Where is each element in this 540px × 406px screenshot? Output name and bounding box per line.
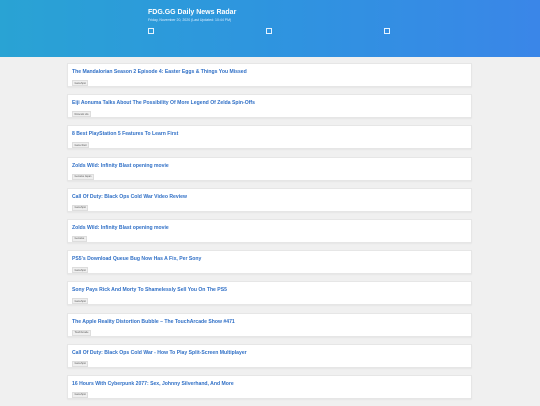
last-updated-date: Friday, November 20, 2020 (Last Updated:…	[148, 18, 232, 22]
news-card: 16 Hours With Cyberpunk 2077: Sex, Johnn…	[67, 374, 472, 399]
news-title-link[interactable]: PS5's Download Queue Bug Now Has A Fix, …	[72, 256, 201, 262]
news-card: The Mandalorian Season 2 Episode 4: East…	[67, 63, 472, 87]
news-card: Call Of Duty: Black Ops Cold War Video R…	[67, 187, 472, 212]
source-tag: GameSpot	[72, 391, 89, 398]
news-title-link[interactable]: Eiji Aonuma Talks About The Possibility …	[72, 100, 255, 106]
source-tag: Game Rant	[72, 142, 90, 149]
news-title-link[interactable]: The Mandalorian Season 2 Episode 4: East…	[72, 69, 247, 75]
source-tag: GameSpot	[72, 80, 89, 86]
news-card: The Apple Reality Distortion Bubble – Th…	[67, 312, 472, 337]
news-title-link[interactable]: Call Of Duty: Black Ops Cold War Video R…	[72, 194, 187, 200]
filter-checkbox-1[interactable]	[148, 28, 154, 34]
news-card: Call Of Duty: Black Ops Cold War - How T…	[67, 343, 472, 368]
header-banner: FDG.GG Daily News Radar Friday, November…	[0, 0, 540, 57]
news-title-link[interactable]: 16 Hours With Cyberpunk 2077: Sex, Johnn…	[72, 381, 234, 387]
source-tag: TouchArcade	[72, 329, 91, 336]
filter-checkbox-2[interactable]	[266, 28, 272, 34]
source-tag: GameSpot	[72, 204, 89, 211]
source-tag: Gematsu	[72, 235, 87, 242]
source-tag: Gematsu Japan	[72, 173, 94, 180]
news-card: 8 Best PlayStation 5 Features To Learn F…	[67, 125, 472, 150]
news-card: Eiji Aonuma Talks About The Possibility …	[67, 94, 472, 119]
source-tag: GameSpot	[72, 267, 89, 274]
news-title-link[interactable]: The Apple Reality Distortion Bubble – Th…	[72, 319, 235, 325]
news-list: The Mandalorian Season 2 Episode 4: East…	[67, 63, 472, 406]
filter-checkbox-3[interactable]	[384, 28, 390, 34]
news-title-link[interactable]: Sony Pays Rick And Morty To Shamelessly …	[72, 287, 227, 293]
source-tag: Nintendo Life	[72, 111, 92, 118]
news-title-link[interactable]: Call Of Duty: Black Ops Cold War - How T…	[72, 350, 247, 356]
site-title: FDG.GG Daily News Radar	[148, 9, 237, 16]
news-title-link[interactable]: 8 Best PlayStation 5 Features To Learn F…	[72, 131, 178, 137]
news-card: PS5's Download Queue Bug Now Has A Fix, …	[67, 250, 472, 275]
news-title-link[interactable]: Zolds Wild: Infinity Blast opening movie	[72, 225, 169, 231]
news-card: Zolds Wild: Infinity Blast opening movie…	[67, 156, 472, 181]
news-card: Zolds Wild: Infinity Blast opening movie…	[67, 218, 472, 243]
source-tag: GameSpot	[72, 298, 89, 305]
news-title-link[interactable]: Zolds Wild: Infinity Blast opening movie	[72, 163, 169, 169]
source-tag: GameSpot	[72, 360, 89, 367]
news-card: Sony Pays Rick And Morty To Shamelessly …	[67, 281, 472, 306]
